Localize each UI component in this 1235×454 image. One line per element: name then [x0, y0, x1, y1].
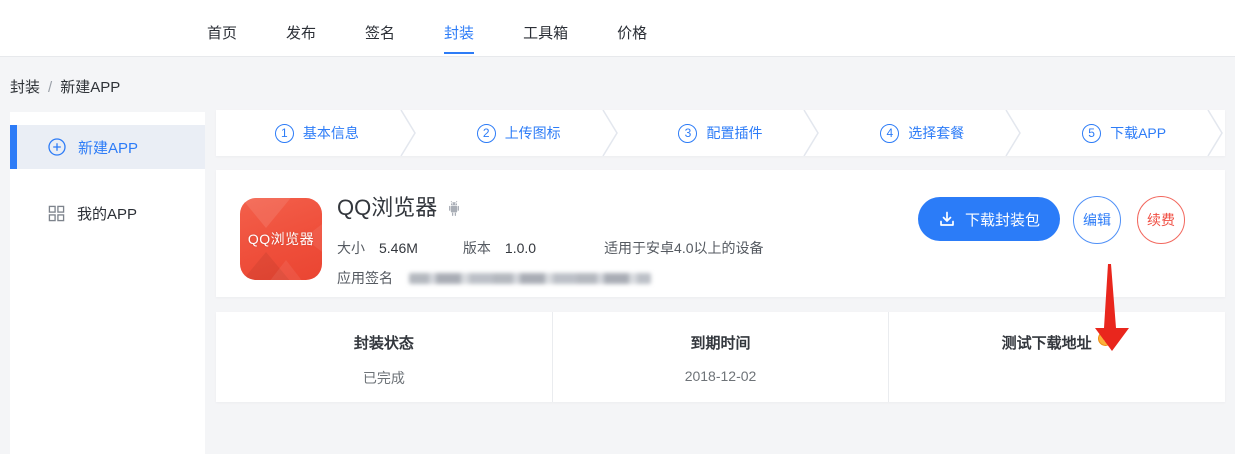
step-number: 3 [678, 124, 697, 143]
step-label: 配置插件 [706, 123, 762, 143]
step-select-plan: 4 选择套餐 [821, 110, 1023, 156]
test-download-title: 测试下载地址 [1002, 332, 1092, 353]
step-label: 选择套餐 [908, 123, 964, 143]
step-label: 下载APP [1110, 123, 1166, 143]
size-value: 5.46M [379, 240, 418, 256]
sidebar-item-label: 新建APP [78, 137, 138, 158]
breadcrumb-separator: / [48, 79, 52, 96]
app-title: QQ浏览器 [337, 190, 437, 222]
package-status-value: 已完成 [216, 368, 552, 388]
step-separator-chevron [1005, 110, 1021, 156]
app-info: QQ浏览器 大小 5.46M 版本 1.0.0 [337, 190, 764, 288]
step-basic-info: 1 基本信息 [216, 110, 418, 156]
expiry-date-column: 到期时间 2018-12-02 [552, 312, 889, 402]
sidebar: 新建APP 我的APP [10, 112, 205, 454]
package-status-column: 封装状态 已完成 [216, 312, 552, 402]
app-icon: QQ浏览器 [240, 198, 322, 280]
signature-label: 应用签名 [337, 268, 393, 288]
nav-item-home[interactable]: 首页 [207, 0, 237, 54]
main-nav: 首页 发布 签名 封装 工具箱 价格 [207, 0, 696, 57]
breadcrumb: 封装 / 新建APP [10, 76, 120, 97]
step-number: 1 [275, 124, 294, 143]
step-number: 4 [880, 124, 899, 143]
download-package-button[interactable]: 下载封装包 [918, 197, 1060, 241]
requirement-text: 适用于安卓4.0以上的设备 [604, 238, 763, 258]
app-meta: 大小 5.46M 版本 1.0.0 适用于安卓4.0以上的设备 [337, 238, 764, 258]
expiry-date-value: 2018-12-02 [553, 368, 889, 384]
step-separator-chevron [400, 110, 416, 156]
top-header: 首页 发布 签名 封装 工具箱 价格 [0, 0, 1235, 57]
step-number: 5 [1082, 124, 1101, 143]
page: 首页 发布 签名 封装 工具箱 价格 封装 / 新建APP 新建APP [0, 0, 1235, 454]
breadcrumb-current: 新建APP [60, 79, 120, 96]
step-label: 基本信息 [303, 123, 359, 143]
package-status-title: 封装状态 [354, 332, 414, 353]
download-icon [938, 210, 956, 228]
app-info-card: QQ浏览器 QQ浏览器 大小 5.46M 版 [216, 170, 1225, 297]
app-icon-label: QQ浏览器 [248, 229, 314, 249]
expiry-date-title: 到期时间 [691, 332, 751, 353]
android-icon [446, 200, 462, 217]
step-download-app: 5 下载APP [1023, 110, 1225, 156]
status-card: 封装状态 已完成 到期时间 2018-12-02 测试下载地址 ? [216, 312, 1225, 402]
version-value: 1.0.0 [505, 240, 536, 256]
wizard-stepper: 1 基本信息 2 上传图标 3 配置插件 4 选择套餐 5 下载APP [216, 110, 1225, 156]
step-label: 上传图标 [505, 123, 561, 143]
step-number: 2 [477, 124, 496, 143]
breadcrumb-root[interactable]: 封装 [10, 79, 40, 96]
nav-item-package[interactable]: 封装 [444, 0, 474, 54]
test-download-column: 测试下载地址 ? [888, 312, 1225, 402]
step-separator-chevron [1207, 110, 1223, 156]
step-separator-chevron [602, 110, 618, 156]
help-icon[interactable]: ? [1098, 331, 1113, 346]
renew-button[interactable]: 续费 [1137, 196, 1185, 244]
step-configure-plugins: 3 配置插件 [620, 110, 822, 156]
step-separator-chevron [803, 110, 819, 156]
app-signature-redacted [409, 273, 651, 284]
size-label: 大小 [337, 238, 365, 258]
download-button-label: 下载封装包 [965, 209, 1040, 230]
nav-item-price[interactable]: 价格 [617, 0, 647, 54]
version-label: 版本 [463, 238, 491, 258]
sidebar-item-label: 我的APP [77, 203, 137, 224]
app-signature-row: 应用签名 [337, 268, 764, 288]
nav-item-sign[interactable]: 签名 [365, 0, 395, 54]
edit-button[interactable]: 编辑 [1073, 196, 1121, 244]
sidebar-item-my-app[interactable]: 我的APP [10, 191, 205, 235]
sidebar-item-new-app[interactable]: 新建APP [10, 125, 205, 169]
nav-item-toolbox[interactable]: 工具箱 [523, 0, 568, 54]
grid-icon [48, 205, 65, 222]
nav-item-publish[interactable]: 发布 [286, 0, 316, 54]
plus-circle-icon [48, 138, 66, 156]
step-upload-icon: 2 上传图标 [418, 110, 620, 156]
